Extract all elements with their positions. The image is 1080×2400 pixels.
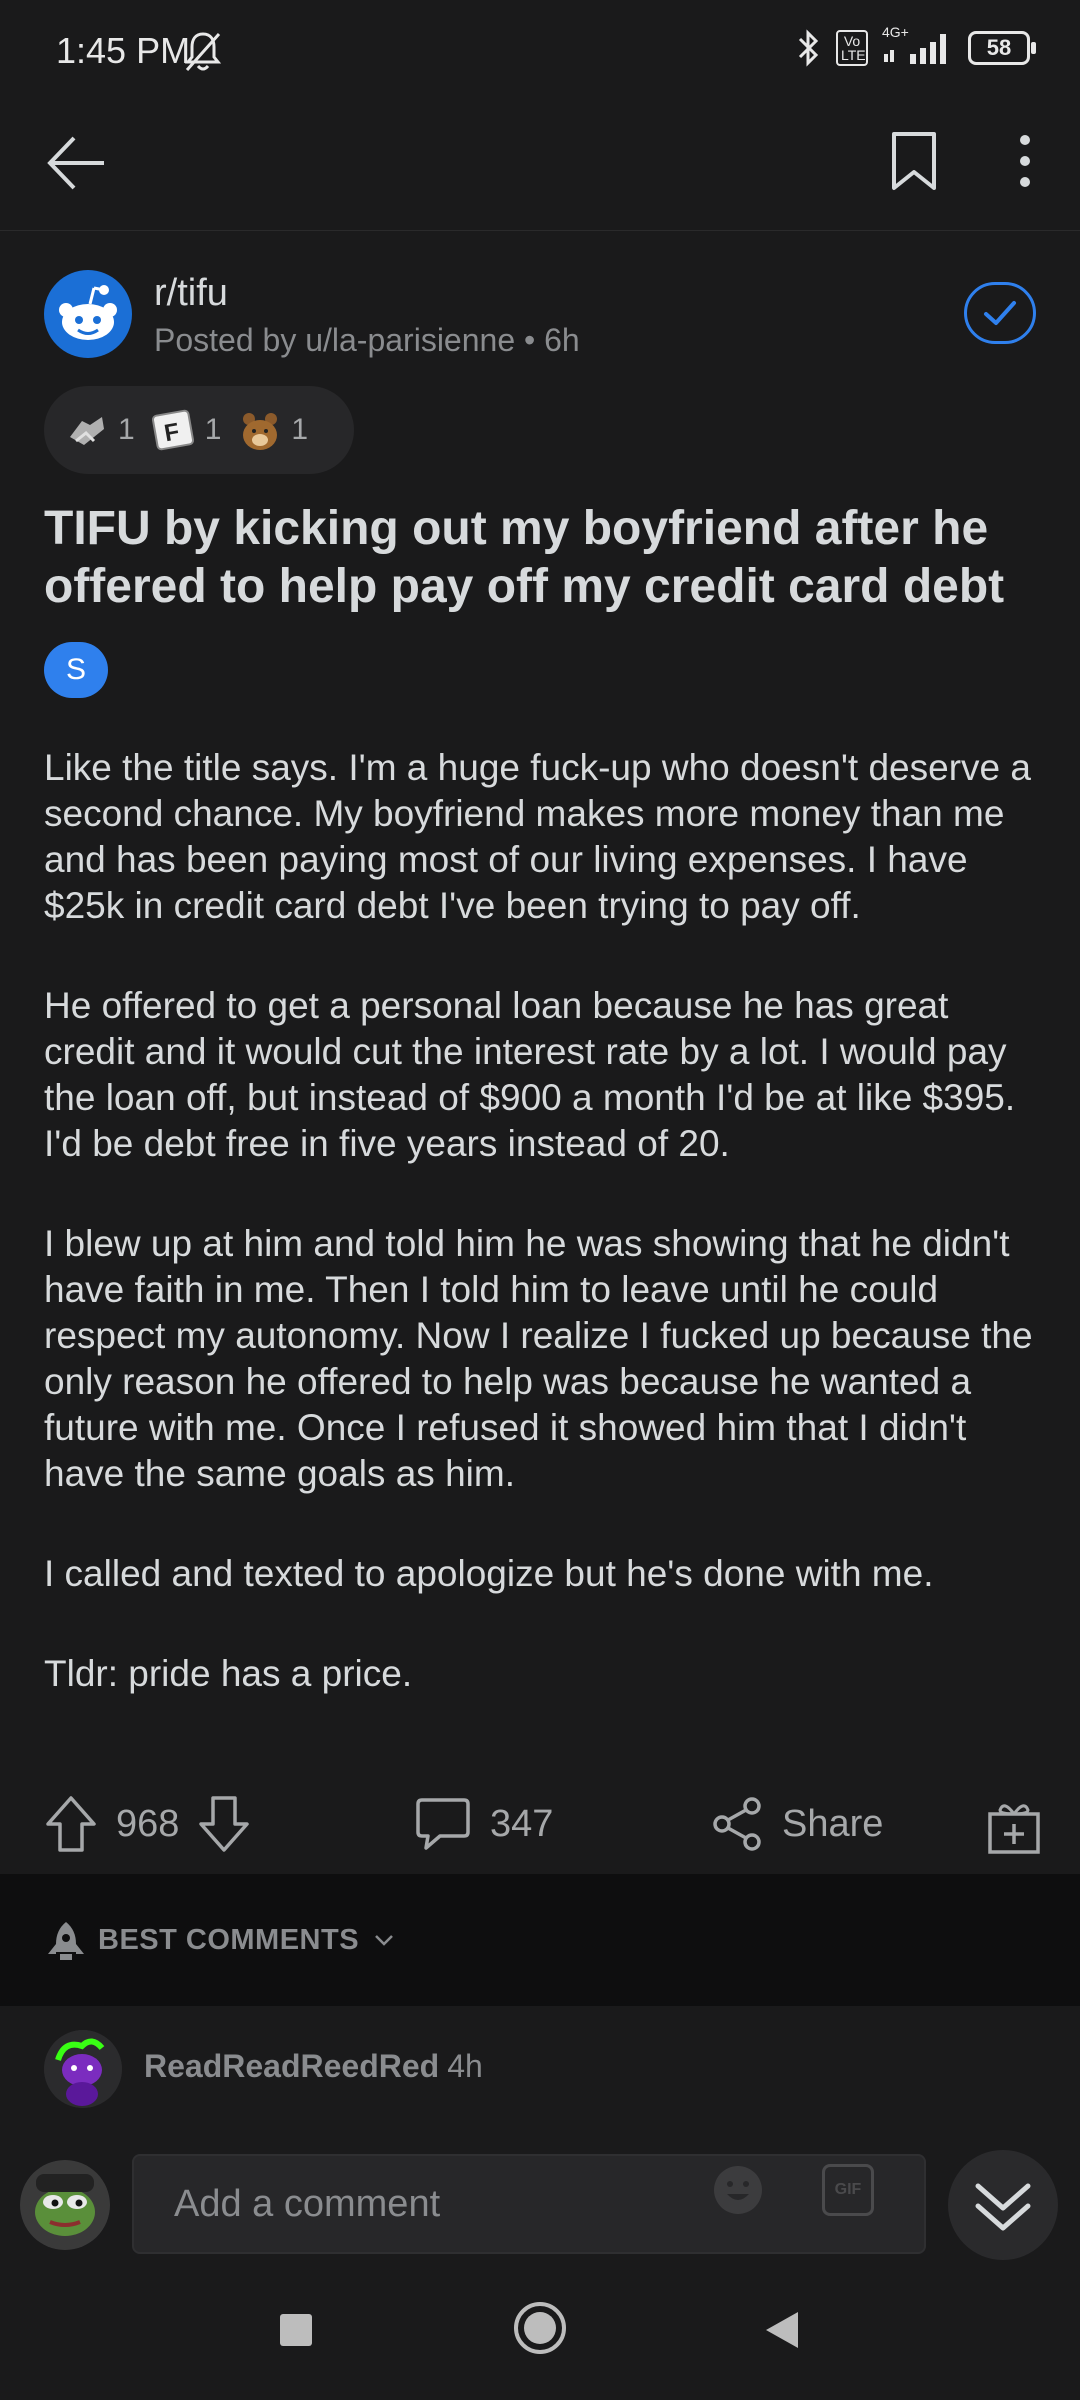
post-body: Like the title says. I'm a huge fuck-up … — [44, 745, 1044, 1751]
post-paragraph: He offered to get a personal loan becaus… — [44, 985, 1016, 1164]
comment-item[interactable]: ReadReadReedRed 4h — [44, 2030, 1044, 2140]
bear-award-icon — [243, 413, 278, 450]
emoji-icon[interactable] — [710, 2162, 766, 2218]
award-count: 1 — [204, 413, 222, 446]
post-paragraph: Tldr: pride has a price. — [44, 1653, 413, 1694]
post-actions: 968 347 Share — [0, 1780, 1080, 1880]
subreddit-avatar[interactable] — [44, 270, 132, 358]
status-time: 1:45 PM — [56, 30, 191, 71]
comment-composer: Add a comment GIF — [0, 2130, 1080, 2260]
comment-bubble-icon — [416, 1798, 470, 1850]
subreddit-name[interactable]: r/tifu — [154, 272, 228, 315]
cell-signal-icon: 4G+ — [882, 24, 954, 68]
collapse-comments-button[interactable] — [948, 2150, 1058, 2260]
sort-label: BEST COMMENTS — [98, 1923, 360, 1956]
bookmark-icon[interactable] — [886, 128, 942, 194]
comments-sort-bar[interactable]: BEST COMMENTS — [0, 1874, 1080, 2006]
pepe-avatar-icon — [20, 2160, 110, 2250]
volte-badge: Vo LTE — [836, 30, 868, 66]
post-title: TIFU by kicking out my boyfriend after h… — [44, 502, 1005, 613]
gif-button[interactable]: GIF — [822, 2164, 874, 2216]
award-item: 1 — [237, 407, 308, 453]
comments-button[interactable]: 347 — [414, 1794, 553, 1854]
share-icon — [713, 1797, 761, 1851]
vote-count: 968 — [116, 1802, 180, 1845]
reddit-alien-icon — [59, 285, 117, 340]
rocket-icon — [48, 1922, 84, 1960]
comment-author[interactable]: ReadReadReedRed 4h — [144, 2048, 483, 2085]
gift-award-icon[interactable] — [986, 1796, 1042, 1856]
post-author-meta[interactable]: Posted by u/la-parisienne • 6h — [154, 322, 580, 359]
award-count: 1 — [118, 413, 135, 446]
battery-indicator: 58 — [968, 31, 1036, 65]
check-icon — [984, 301, 1016, 325]
helpful-award-icon — [70, 417, 104, 445]
vote-group: 968 — [44, 1794, 251, 1854]
bluetooth-icon — [798, 29, 819, 67]
commenter-avatar[interactable] — [44, 2030, 122, 2108]
comment-username[interactable]: ReadReadReedRed — [144, 2048, 439, 2084]
top-navigation — [0, 100, 1080, 231]
upvote-arrow-icon[interactable] — [44, 1794, 98, 1854]
system-navigation-bar — [0, 2270, 1080, 2400]
bell-muted-icon — [184, 32, 222, 71]
back-triangle-icon[interactable] — [762, 2310, 802, 2350]
post-flair[interactable]: S — [44, 642, 108, 698]
snoo-avatar-icon — [44, 2030, 122, 2108]
chevron-down-icon — [375, 1935, 393, 1946]
status-bar: 1:45 PM Vo LTE 4G+ 58 — [0, 0, 1080, 100]
recents-square-icon[interactable] — [278, 2312, 314, 2348]
comment-count: 347 — [490, 1802, 554, 1845]
downvote-arrow-icon[interactable] — [197, 1794, 251, 1854]
post-paragraph: I called and texted to apologize but he'… — [44, 1553, 934, 1594]
back-arrow-icon[interactable] — [44, 130, 110, 196]
post-header: r/tifu Posted by u/la-parisienne • 6h — [44, 270, 1044, 380]
post-paragraph: Like the title says. I'm a huge fuck-up … — [44, 747, 1031, 926]
award-count: 1 — [291, 413, 309, 446]
comment-input[interactable]: Add a comment — [132, 2154, 926, 2254]
award-item: 1 — [64, 407, 135, 453]
user-avatar[interactable] — [20, 2160, 110, 2250]
f-award-icon: F — [151, 409, 194, 451]
more-options-icon[interactable] — [1000, 128, 1050, 194]
awards-bar[interactable]: 1 F 1 1 — [44, 386, 354, 474]
post-paragraph: I blew up at him and told him he was sho… — [44, 1223, 1033, 1494]
share-button[interactable]: Share — [710, 1794, 883, 1854]
share-label: Share — [782, 1802, 884, 1845]
status-icons: Vo LTE 4G+ 58 — [794, 24, 1036, 68]
joined-button[interactable] — [964, 282, 1036, 344]
comment-time: 4h — [447, 2048, 483, 2084]
award-item: F 1 — [151, 407, 222, 453]
home-circle-icon[interactable] — [512, 2300, 568, 2356]
double-chevron-down-icon — [975, 2183, 1031, 2231]
